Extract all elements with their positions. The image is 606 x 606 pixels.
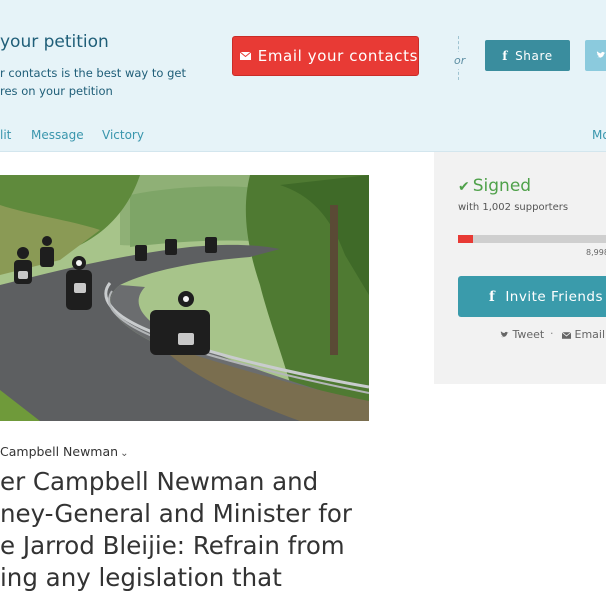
signatures-needed: 8,998 — [586, 248, 606, 257]
tab-victory[interactable]: Victory — [102, 128, 144, 142]
banner-title: your petition — [0, 32, 109, 52]
invite-friends-button[interactable]: f Invite Friends — [458, 276, 606, 317]
twitter-icon — [500, 328, 513, 341]
headline-line: ney-General and Minister for — [0, 499, 352, 528]
or-label: or — [453, 52, 467, 69]
facebook-icon: f — [489, 288, 496, 305]
facebook-share-button[interactable]: f Share — [485, 40, 570, 71]
envelope-icon — [561, 328, 575, 341]
facebook-icon: f — [502, 48, 509, 63]
share-label: Share — [515, 48, 553, 63]
chevron-down-icon: ⌄ — [120, 448, 129, 459]
tweet-label: Tweet — [512, 328, 545, 341]
twitter-share-button[interactable] — [585, 40, 606, 71]
petition-target-name: Campbell Newman — [0, 444, 119, 459]
signature-progress-fill — [458, 235, 473, 243]
supporters-count: with 1,002 supporters — [458, 202, 569, 213]
signed-status: ✔ Signed — [458, 176, 531, 196]
signed-label: Signed — [472, 176, 532, 196]
email-label: Email — [574, 328, 606, 341]
petition-target-dropdown[interactable]: Campbell Newman ⌄ — [0, 444, 128, 459]
email-link[interactable]: Email — [561, 328, 606, 341]
invite-friends-label: Invite Friends — [505, 288, 604, 305]
petition-headline: er Campbell Newman and ney-General and M… — [0, 466, 352, 594]
separator-dot: · — [550, 327, 554, 340]
headline-line: er Campbell Newman and — [0, 467, 319, 496]
signature-progress-bar — [458, 235, 606, 243]
share-banner: your petition r contacts is the best way… — [0, 0, 606, 152]
petition-photo — [0, 175, 369, 421]
tab-message[interactable]: Message — [31, 128, 84, 142]
banner-description: r contacts is the best way to get res on… — [0, 64, 200, 100]
banner-description-line: res on your petition — [0, 84, 113, 98]
banner-description-line: r contacts is the best way to get — [0, 66, 186, 80]
headline-line: e Jarrod Bleijie: Refrain from — [0, 531, 345, 560]
tab-edit[interactable]: lit — [0, 128, 11, 142]
email-contacts-label: Email your contacts — [257, 47, 418, 65]
twitter-icon — [596, 48, 606, 62]
envelope-icon — [240, 52, 251, 60]
email-contacts-button[interactable]: Email your contacts — [232, 36, 419, 76]
tab-more[interactable]: Mo — [592, 128, 606, 142]
check-icon: ✔ — [458, 179, 470, 195]
headline-line: ing any legislation that — [0, 563, 282, 592]
tweet-link[interactable]: Tweet — [500, 328, 544, 341]
